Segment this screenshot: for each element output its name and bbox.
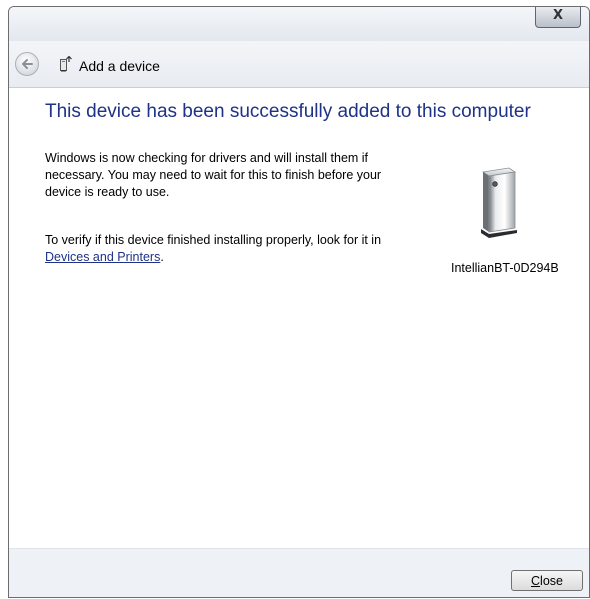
content-area: This device has been successfully added …	[9, 88, 589, 548]
wizard-title: Add a device	[79, 58, 160, 74]
back-button[interactable]	[15, 52, 39, 76]
wizard-header: Add a device	[9, 41, 589, 88]
close-access-key: C	[531, 573, 541, 588]
add-device-icon	[60, 56, 72, 72]
window-close-button[interactable]: X	[535, 7, 581, 28]
dialog-footer: Close	[9, 548, 589, 597]
title-bar: X	[9, 7, 589, 41]
add-device-dialog: X Add a device This device has been succ…	[8, 6, 590, 598]
verify-text: To verify if this device finished instal…	[45, 233, 382, 247]
verify-period: .	[160, 250, 164, 264]
close-button[interactable]: Close	[511, 570, 583, 591]
driver-check-message: Windows is now checking for drivers and …	[45, 151, 382, 199]
device-name: IntellianBT-0D294B	[451, 261, 559, 275]
back-arrow-icon	[22, 59, 33, 69]
main-heading: This device has been successfully added …	[45, 101, 531, 122]
devices-and-printers-link[interactable]: Devices and Printers	[45, 250, 160, 264]
close-icon: X	[552, 8, 564, 23]
device-tower-icon	[481, 167, 517, 238]
verify-message: To verify if this device finished instal…	[45, 232, 395, 266]
close-label-rest: lose	[540, 573, 563, 588]
